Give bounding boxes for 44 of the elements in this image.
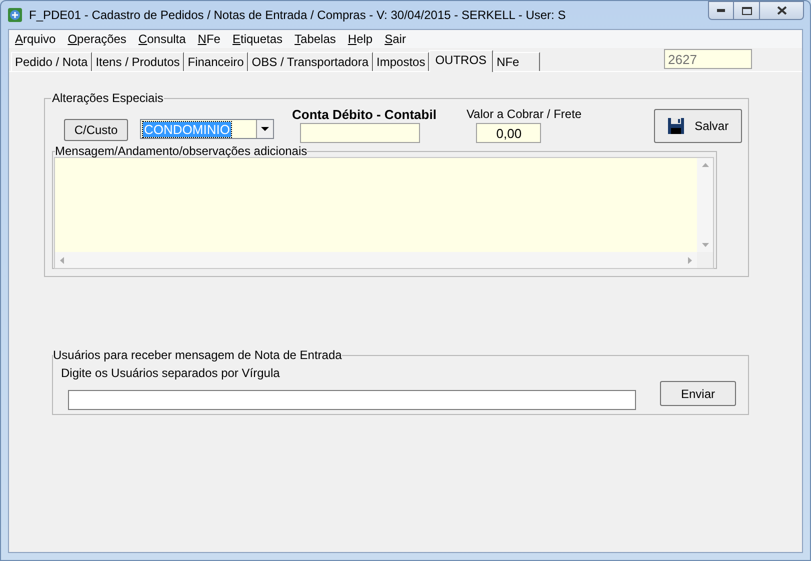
tab[interactable]: NFe <box>492 52 540 71</box>
scrollbar-corner <box>697 252 713 268</box>
menu-item[interactable]: Etiquetas <box>232 30 283 48</box>
menu-item[interactable]: NFe <box>198 30 220 48</box>
close-button[interactable] <box>760 1 804 20</box>
send-button[interactable]: Enviar <box>660 381 736 406</box>
scroll-left-icon[interactable] <box>60 256 64 264</box>
window-title: F_PDE01 - Cadastro de Pedidos / Notas de Entrada / Compras - V: 30/04/2015 - SERKELL - User: S <box>29 7 566 24</box>
tab[interactable]: Impostos <box>372 52 430 71</box>
group-title: Usuários para receber mensagem de Nota de Entrada <box>53 347 342 364</box>
menu-item[interactable]: Tabelas <box>294 30 336 48</box>
app-icon <box>7 7 23 23</box>
maximize-button[interactable] <box>734 1 760 20</box>
menu-item[interactable]: Arquivo <box>15 30 56 48</box>
scroll-down-icon[interactable] <box>702 243 708 247</box>
vertical-scrollbar[interactable] <box>697 158 713 252</box>
menu-item[interactable]: Sair <box>384 30 406 48</box>
tab[interactable]: Pedido / Nota <box>11 52 92 71</box>
users-field[interactable] <box>68 390 636 410</box>
scroll-right-icon[interactable] <box>688 256 692 264</box>
tab[interactable]: OUTROS <box>429 50 493 72</box>
menu-item[interactable]: Help <box>348 30 373 48</box>
group-title: Mensagem/Andamento/observações adicionais <box>55 145 308 157</box>
cost-center-button[interactable]: C/Custo <box>64 119 128 141</box>
save-button[interactable]: Salvar <box>654 109 742 143</box>
menu-item[interactable]: Operações <box>68 30 126 48</box>
record-number-field[interactable]: 2627 <box>664 49 752 69</box>
scroll-up-icon[interactable] <box>702 163 708 167</box>
field-label: Digite os Usuários separados por Vírgula <box>61 366 281 381</box>
debit-account-field[interactable] <box>300 123 420 143</box>
group-title: Alterações Especiais <box>51 90 164 107</box>
tab[interactable]: Itens / Produtos <box>92 52 184 71</box>
horizontal-scrollbar[interactable] <box>55 252 697 268</box>
freight-field[interactable]: 0,00 <box>476 123 542 143</box>
close-icon <box>776 6 786 15</box>
tab[interactable]: Financeiro <box>184 52 248 71</box>
minimize-button[interactable] <box>708 1 734 20</box>
dropdown-value: CONDOMINIO <box>143 122 231 136</box>
minimize-icon <box>717 9 725 12</box>
menu-item[interactable]: Consulta <box>138 30 186 48</box>
field-label: Valor a Cobrar / Frete <box>466 107 582 122</box>
tab[interactable]: OBS / Transportadora <box>248 52 373 71</box>
field-label: Conta Débito - Contabil <box>292 107 436 122</box>
maximize-icon <box>742 6 752 14</box>
